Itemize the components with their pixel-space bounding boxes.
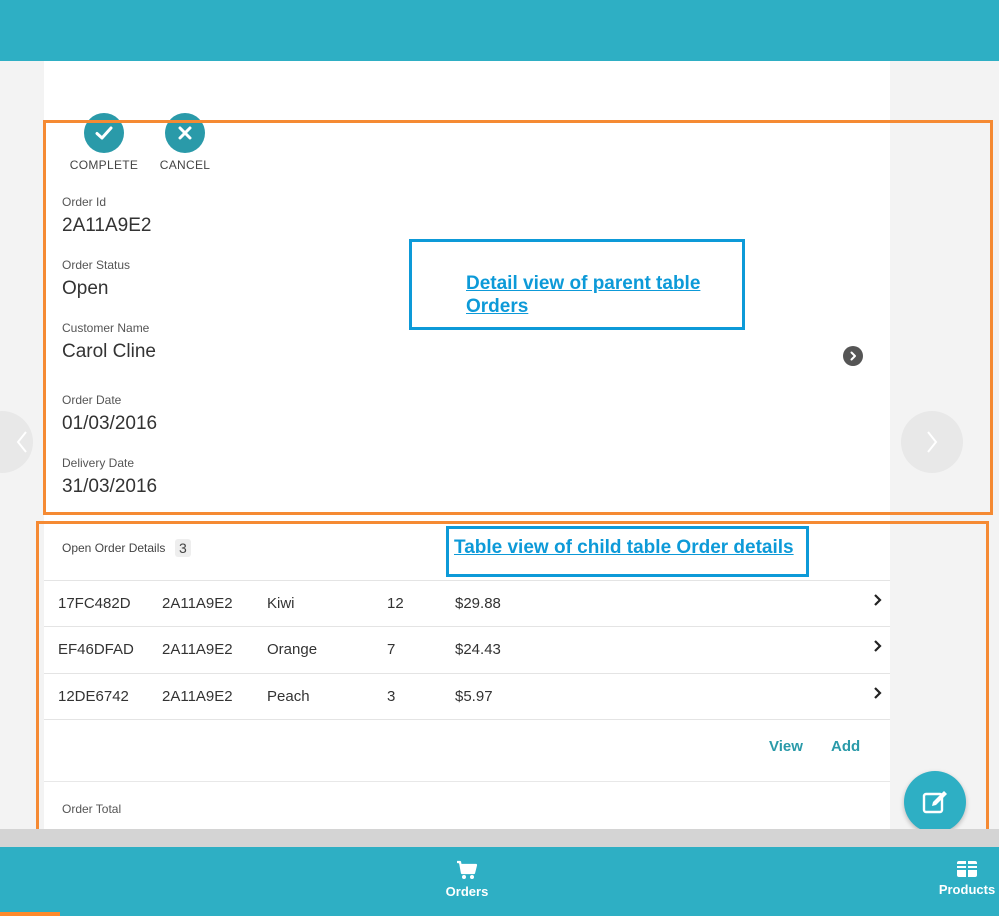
detail-view-annotation-line1: Detail view of parent table [466,273,701,294]
scroll-strip [0,829,999,847]
detail-view-annotation-line2: Orders [466,296,529,317]
top-app-bar [0,0,999,61]
cart-icon [457,860,478,879]
tab-products[interactable]: Products [937,860,997,897]
table-view-annotation: Table view of child table Order details [454,537,794,558]
grid-icon [957,861,977,877]
tab-orders-label: Orders [445,884,489,899]
bottom-nav-bar [0,847,999,916]
edit-button[interactable] [904,771,966,833]
edit-icon [922,791,947,814]
accent-strip [0,912,60,916]
tab-products-label: Products [938,882,996,897]
tab-orders[interactable]: Orders [437,860,497,899]
